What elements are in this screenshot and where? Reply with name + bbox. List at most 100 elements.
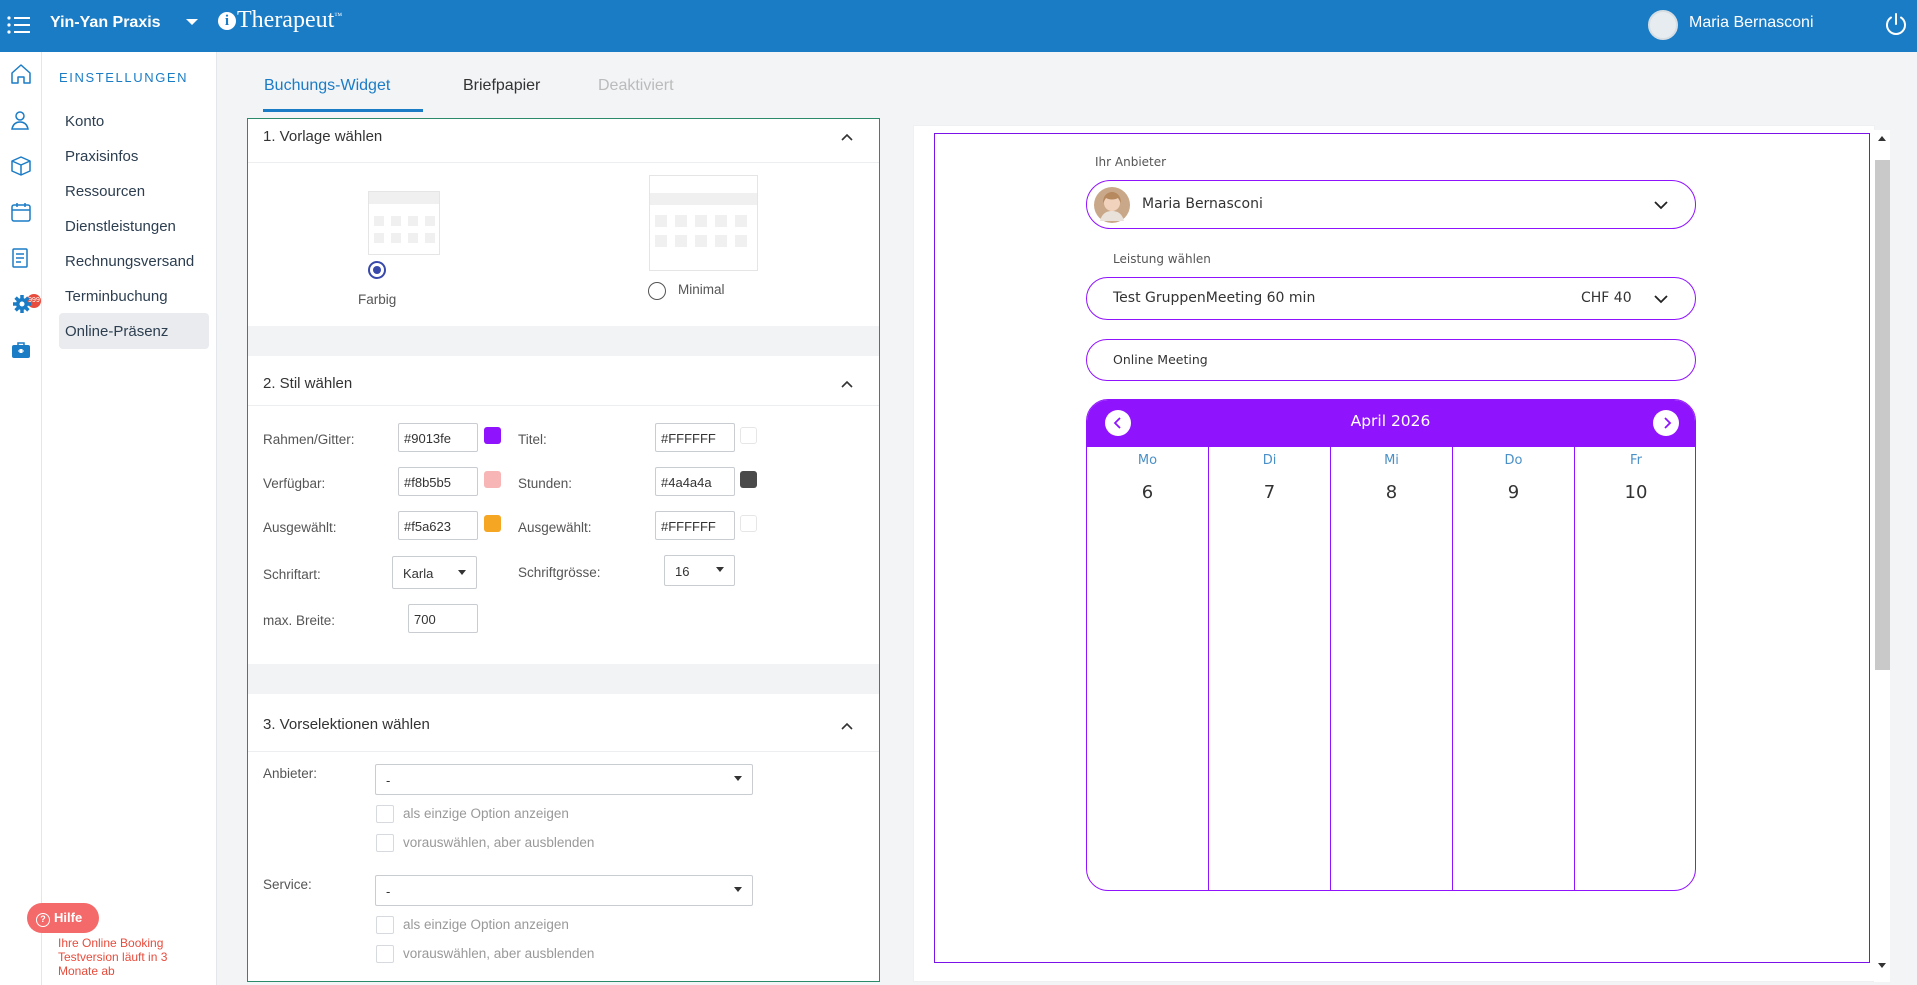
scroll-up-icon[interactable] <box>1877 134 1887 142</box>
calendar-month: April 2026 <box>1350 412 1431 430</box>
section-title: 3. Vorselektionen wählen <box>263 716 430 733</box>
widget-location-field[interactable]: Online Meeting <box>1086 339 1696 381</box>
titel-color-swatch[interactable] <box>740 427 757 444</box>
verfuegbar-color-swatch[interactable] <box>484 471 501 488</box>
settings-panel: 1. Vorlage wählen Farbig Minimal 2. Stil… <box>247 118 880 982</box>
widget-service-select[interactable]: Test GruppenMeeting 60 min CHF 40 <box>1086 277 1696 320</box>
dropdown-arrow-icon <box>458 570 466 575</box>
avatar[interactable] <box>1648 10 1678 40</box>
schriftgroesse-select[interactable]: 16 <box>664 555 735 586</box>
box-icon[interactable] <box>9 154 33 178</box>
radio-label-minimal[interactable]: Minimal <box>678 282 725 297</box>
calendar-icon[interactable] <box>9 200 33 224</box>
radio-label-farbig[interactable]: Farbig <box>358 292 396 307</box>
briefcase-icon[interactable] <box>9 338 33 362</box>
ausgewaehlt-color-swatch[interactable] <box>484 515 501 532</box>
anbieter-preselect-hide-checkbox[interactable] <box>376 834 394 852</box>
caret-down-icon[interactable] <box>186 19 198 25</box>
verfuegbar-color-input[interactable]: #f8b5b5 <box>398 467 478 496</box>
rahmen-color-swatch[interactable] <box>484 427 501 444</box>
dropdown-arrow-icon <box>716 567 724 572</box>
sidebar-item-terminbuchung[interactable]: Terminbuchung <box>59 288 168 305</box>
trial-notice[interactable]: Ihre Online Booking Testversion läuft in… <box>58 936 208 978</box>
home-icon[interactable] <box>9 62 33 86</box>
section-stil-header[interactable]: 2. Stil wählen <box>248 356 879 406</box>
label-max-breite: max. Breite: <box>263 613 336 628</box>
label-anbieter: Anbieter: <box>263 766 318 781</box>
anbieter-only-option-checkbox[interactable] <box>376 805 394 823</box>
service-select[interactable]: - <box>375 875 753 906</box>
label-titel: Titel: <box>518 432 547 447</box>
calendar-day-column[interactable]: Do 9 <box>1453 447 1575 890</box>
tab-bar: Buchungs-Widget Briefpapier Deaktiviert <box>217 52 1917 112</box>
titel-color-input[interactable]: #FFFFFF <box>655 423 735 452</box>
rahmen-color-input[interactable]: #9013fe <box>398 423 478 452</box>
chevron-up-icon[interactable] <box>841 133 853 141</box>
active-tab-indicator <box>263 109 423 112</box>
service-preselect-hide-label[interactable]: vorauswählen, aber ausblenden <box>403 946 594 961</box>
max-breite-input[interactable]: 700 <box>408 604 478 633</box>
chevron-up-icon[interactable] <box>841 722 853 730</box>
anbieter-only-option-label[interactable]: als einzige Option anzeigen <box>403 806 569 821</box>
sidebar-item-online-praesenz[interactable]: Online-Präsenz <box>59 323 168 340</box>
ausgewaehlt-text-color-swatch[interactable] <box>740 515 757 532</box>
scrollbar-thumb[interactable] <box>1875 160 1890 670</box>
calendar-next-button[interactable] <box>1653 410 1679 436</box>
gear-icon[interactable] <box>10 292 34 316</box>
widget-provider-select[interactable]: Maria Bernasconi <box>1086 180 1696 229</box>
radio-minimal[interactable] <box>648 282 666 300</box>
label-ausgewaehlt-text: Ausgewählt: <box>518 520 592 535</box>
top-bar: Yin-Yan Praxis i Therapeut™ Maria Bernasc… <box>0 0 1917 52</box>
anbieter-preselect-hide-label[interactable]: vorauswählen, aber ausblenden <box>403 835 594 850</box>
power-icon[interactable] <box>1884 12 1908 36</box>
calendar-day-column[interactable]: Di 7 <box>1209 447 1331 890</box>
chevron-down-icon[interactable] <box>1654 200 1668 210</box>
stunden-color-input[interactable]: #4a4a4a <box>655 467 735 496</box>
preview-scrollbar[interactable] <box>1874 130 1890 982</box>
scroll-down-icon[interactable] <box>1877 962 1887 970</box>
tab-briefpapier[interactable]: Briefpapier <box>463 77 540 95</box>
widget-service-price: CHF 40 <box>1581 290 1632 306</box>
user-name[interactable]: Maria Bernasconi <box>1689 14 1814 32</box>
day-name: Mo <box>1137 453 1158 468</box>
section-title: 2. Stil wählen <box>263 375 353 392</box>
ausgewaehlt-text-color-input[interactable]: #FFFFFF <box>655 511 735 540</box>
calendar-day-column[interactable]: Mi 8 <box>1331 447 1453 890</box>
ausgewaehlt-color-input[interactable]: #f5a623 <box>398 511 478 540</box>
invoice-icon[interactable] <box>9 246 33 270</box>
calendar-day-column[interactable]: Fr 10 <box>1575 447 1695 890</box>
settings-header: EINSTELLUNGEN <box>59 70 189 85</box>
anbieter-select[interactable]: - <box>375 764 753 795</box>
template-minimal-thumbnail[interactable] <box>649 175 758 271</box>
stunden-color-swatch[interactable] <box>740 471 757 488</box>
sidebar-item-praxisinfos[interactable]: Praxisinfos <box>59 148 138 165</box>
sidebar-item-dienstleistungen[interactable]: Dienstleistungen <box>59 218 176 235</box>
section-vorlage-header[interactable]: 1. Vorlage wählen <box>248 119 879 163</box>
widget-calendar: April 2026 Mo 6 Di 7 Mi 8 Do 9 Fr 10 <box>1086 399 1696 891</box>
radio-farbig[interactable] <box>368 261 386 279</box>
service-only-option-label[interactable]: als einzige Option anzeigen <box>403 917 569 932</box>
day-date: 10 <box>1624 482 1648 503</box>
tab-buchungs-widget[interactable]: Buchungs-Widget <box>264 77 390 95</box>
users-icon[interactable] <box>9 108 33 132</box>
template-farbig-thumbnail[interactable] <box>368 191 440 255</box>
calendar-day-column[interactable]: Mo 6 <box>1087 447 1209 890</box>
service-only-option-checkbox[interactable] <box>376 916 394 934</box>
chevron-up-icon[interactable] <box>841 380 853 388</box>
calendar-prev-button[interactable] <box>1105 410 1131 436</box>
section-vorselektionen-header[interactable]: 3. Vorselektionen wählen <box>248 694 879 752</box>
practice-name[interactable]: Yin-Yan Praxis <box>50 14 161 32</box>
schriftart-select[interactable]: Karla <box>392 556 477 589</box>
chevron-right-icon <box>1664 417 1672 429</box>
sidebar-item-konto[interactable]: Konto <box>59 113 104 130</box>
chevron-down-icon[interactable] <box>1654 294 1668 304</box>
label-service: Service: <box>263 877 312 892</box>
day-name: Di <box>1262 453 1277 468</box>
provider-avatar <box>1094 187 1130 223</box>
menu-icon[interactable] <box>6 12 32 38</box>
service-preselect-hide-checkbox[interactable] <box>376 945 394 963</box>
help-button[interactable]: ? Hilfe <box>27 903 99 933</box>
sidebar-item-ressourcen[interactable]: Ressourcen <box>59 183 145 200</box>
section-title: 1. Vorlage wählen <box>263 128 383 145</box>
sidebar-item-rechnungsversand[interactable]: Rechnungsversand <box>59 253 194 270</box>
